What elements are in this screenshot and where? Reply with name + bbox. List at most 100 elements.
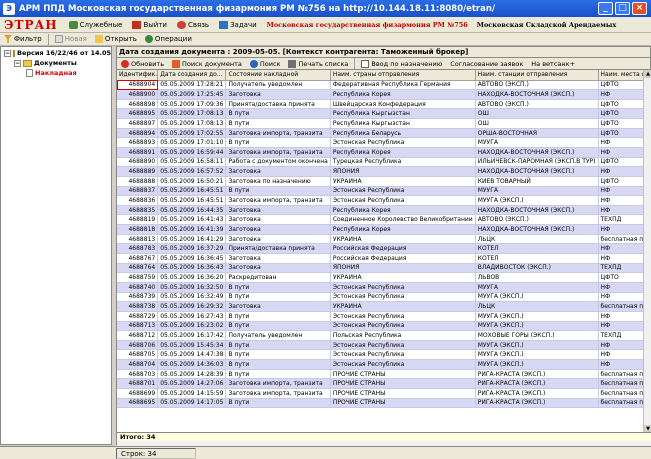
table-cell: Получатель уведомлен [225, 330, 331, 341]
col-country[interactable]: Наим. страны отправления [330, 70, 476, 81]
tree-root[interactable]: − Версия 16/22/46 от 14.05.09 [1, 48, 111, 58]
table-row[interactable]: 4688704 05.05.2009 14:36:03 В пути Эстонска… [117, 359, 651, 370]
print-list-button[interactable]: Печать списка [284, 59, 352, 68]
table-cell: 4688701 [117, 378, 159, 389]
table-row[interactable]: 4688813 05.05.2009 16:41:29 Заготовка УКРАИ… [117, 234, 651, 245]
table-cell: 05.05.2009 16:41:29 [157, 234, 227, 245]
table-cell: ПРОЧИЕ СТРАНЫ [330, 369, 476, 380]
table-row[interactable]: 4688739 05.05.2009 16:32:49 В пути Эстонска… [117, 292, 651, 303]
table-row[interactable]: 4688835 05.05.2009 16:44:35 Заготовка Респу… [117, 205, 651, 216]
table-row[interactable]: 4688888 05.05.2009 16:50:21 Заготовка по н… [117, 176, 651, 187]
table-row[interactable]: 4688703 05.05.2009 14:28:39 В пути ПРОЧИЕ С… [117, 369, 651, 380]
table-cell: Турецкая Республика [330, 157, 476, 168]
table-cell: НАХОДКА-ВОСТОЧНАЯ (ЭКСП.) [475, 205, 599, 216]
maximize-button[interactable]: □ [615, 2, 630, 15]
table-cell: 05.05.2009 16:36:20 [157, 272, 227, 283]
separator [47, 33, 49, 45]
table-cell: 05.05.2009 17:09:36 [157, 99, 227, 110]
refresh-icon [121, 59, 129, 68]
minimize-button[interactable]: _ [598, 2, 613, 15]
col-station[interactable]: Наим. станции отправления [475, 70, 599, 81]
input-icon [361, 59, 370, 68]
table-row[interactable]: 4688889 05.05.2009 16:57:52 Заготовка ЯПОНИ… [117, 166, 651, 177]
table-row[interactable]: 4688705 05.05.2009 14:47:38 В пути Эстонска… [117, 349, 651, 361]
table-row[interactable]: 4688695 05.05.2009 14:17:05 В пути ПРОЧИЕ С… [117, 398, 651, 409]
table-cell: Заготовка импорта, транзита [225, 195, 331, 206]
find-document-button[interactable]: Поиск документа [168, 59, 246, 68]
menu-tasks[interactable]: Задачи [214, 20, 262, 29]
table-row[interactable]: 4688699 05.05.2009 14:15:59 Заготовка импо… [117, 388, 651, 399]
table-cell: 4688705 [117, 349, 159, 361]
menu-link[interactable]: Связь [172, 20, 214, 29]
input-by-destination-button[interactable]: Ввод по назначению [357, 59, 446, 68]
waybill-table: Идентифик. Дата создания до... Состояние… [117, 70, 651, 409]
table-row[interactable]: 4688893 05.05.2009 17:01:10 В пути Эстонска… [117, 137, 651, 148]
collapse-icon[interactable]: − [14, 59, 21, 67]
new-icon [54, 35, 63, 43]
filter-button[interactable]: Фильтр [0, 35, 46, 43]
open-button[interactable]: Открыть [91, 35, 141, 43]
vertical-scrollbar[interactable]: ▲ ▼ [643, 70, 651, 433]
col-date[interactable]: Дата создания до... [157, 70, 227, 81]
table-cell: РИГА-КРАСТА (ЭКСП.) [475, 378, 599, 389]
table-row[interactable]: 4688895 05.05.2009 17:08:13 В пути Республи… [117, 108, 651, 120]
open-icon [94, 35, 103, 43]
table-cell: 4688893 [117, 137, 159, 148]
col-id[interactable]: Идентифик. [117, 70, 159, 81]
operations-button[interactable]: Операции [141, 35, 196, 43]
table-cell: 4688894 [117, 128, 159, 139]
table-cell: УКРАИНА [330, 272, 476, 283]
table-row[interactable]: 4688764 05.05.2009 16:36:43 Заготовка ЯПОНИ… [117, 263, 651, 274]
menu-service[interactable]: Служебные [64, 20, 128, 29]
search-button[interactable]: Поиск [246, 59, 285, 68]
table-cell: 05.05.2009 17:28:21 [157, 80, 227, 91]
table-row[interactable]: 4688783 05.05.2009 16:37:29 Принята/достав… [117, 243, 651, 255]
table-row[interactable]: 4688729 05.05.2009 16:27:43 В пути Эстонска… [117, 311, 651, 322]
table-row[interactable]: 4688890 05.05.2009 16:58:11 Работа с докум… [117, 157, 651, 168]
table-row[interactable]: 4688904 05.05.2009 17:28:21 Получатель уве… [117, 80, 651, 91]
table-cell: 05.05.2009 16:17:42 [157, 330, 227, 341]
close-button[interactable]: × [632, 2, 647, 15]
table-cell: Заготовка [225, 234, 331, 245]
table-row[interactable]: 4688900 05.05.2009 17:25:45 Заготовка Респу… [117, 89, 651, 100]
vet-control-button[interactable]: На ветсанк+ [527, 60, 579, 68]
scroll-up-icon[interactable]: ▲ [644, 70, 651, 78]
menu-exit[interactable]: Выйти [127, 20, 172, 29]
table-cell: 05.05.2009 16:45:51 [157, 186, 227, 197]
table-row[interactable]: 4688891 05.05.2009 16:59:44 Заготовка импо… [117, 147, 651, 158]
table-row[interactable]: 4688818 05.05.2009 16:41:39 Заготовка Респу… [117, 224, 651, 235]
table-cell: Российская Федерация [330, 253, 476, 264]
table-row[interactable]: 4688759 05.05.2009 16:36:20 Раскредитован У… [117, 272, 651, 283]
table-row[interactable]: 4688701 05.05.2009 14:27:06 Заготовка импо… [117, 378, 651, 389]
table-row[interactable]: 4688712 05.05.2009 16:17:42 Получатель уве… [117, 330, 651, 341]
table-row[interactable]: 4688706 05.05.2009 15:45:34 В пути Эстонска… [117, 340, 651, 351]
tree-waybill[interactable]: Накладная [1, 68, 111, 78]
col-state[interactable]: Состояние накладной [225, 70, 331, 81]
table-row[interactable]: 4688713 05.05.2009 16:23:02 В пути Эстонска… [117, 321, 651, 332]
table-row[interactable]: 4688836 05.05.2009 16:45:51 Заготовка импо… [117, 195, 651, 206]
table-cell: 4688897 [117, 118, 159, 129]
collapse-icon[interactable]: − [4, 49, 11, 57]
table-row[interactable]: 4688894 05.05.2009 17:02:55 Заготовка импо… [117, 128, 651, 139]
approve-requests-button[interactable]: Согласование заявок [446, 60, 527, 68]
tree-documents[interactable]: − Документы [1, 58, 111, 68]
table-row[interactable]: 4688740 05.05.2009 16:32:50 В пути Эстонска… [117, 282, 651, 293]
new-button[interactable]: Новая [51, 35, 91, 43]
table-row[interactable]: 4688837 05.05.2009 16:45:51 В пути Эстонска… [117, 186, 651, 197]
table-row[interactable]: 4688738 05.05.2009 16:29:32 Заготовка УКРАИ… [117, 301, 651, 312]
table-cell: 4688904 [117, 80, 159, 91]
table-cell: 05.05.2009 17:25:45 [157, 89, 227, 100]
refresh-button[interactable]: Обновить [117, 59, 168, 68]
table-cell: УКРАИНА [330, 301, 476, 312]
table-row[interactable]: 4688898 05.05.2009 17:09:36 Принята/достав… [117, 99, 651, 110]
table-cell: Эстонская Республика [330, 349, 476, 361]
table-cell: ОРША-ВОСТОЧНАЯ [475, 128, 599, 139]
table-row[interactable]: 4688767 05.05.2009 16:36:45 Заготовка Росси… [117, 253, 651, 264]
table-row[interactable]: 4688819 05.05.2009 16:41:43 Заготовка Соеди… [117, 214, 651, 226]
table-cell: В пути [225, 108, 331, 120]
table-cell: 4688764 [117, 263, 159, 274]
table-cell: В пути [225, 282, 331, 293]
table-cell: Эстонская Республика [330, 137, 476, 148]
table-row[interactable]: 4688897 05.05.2009 17:08:13 В пути Республи… [117, 118, 651, 129]
table-cell: Заготовка импорта, транзита [225, 388, 331, 399]
